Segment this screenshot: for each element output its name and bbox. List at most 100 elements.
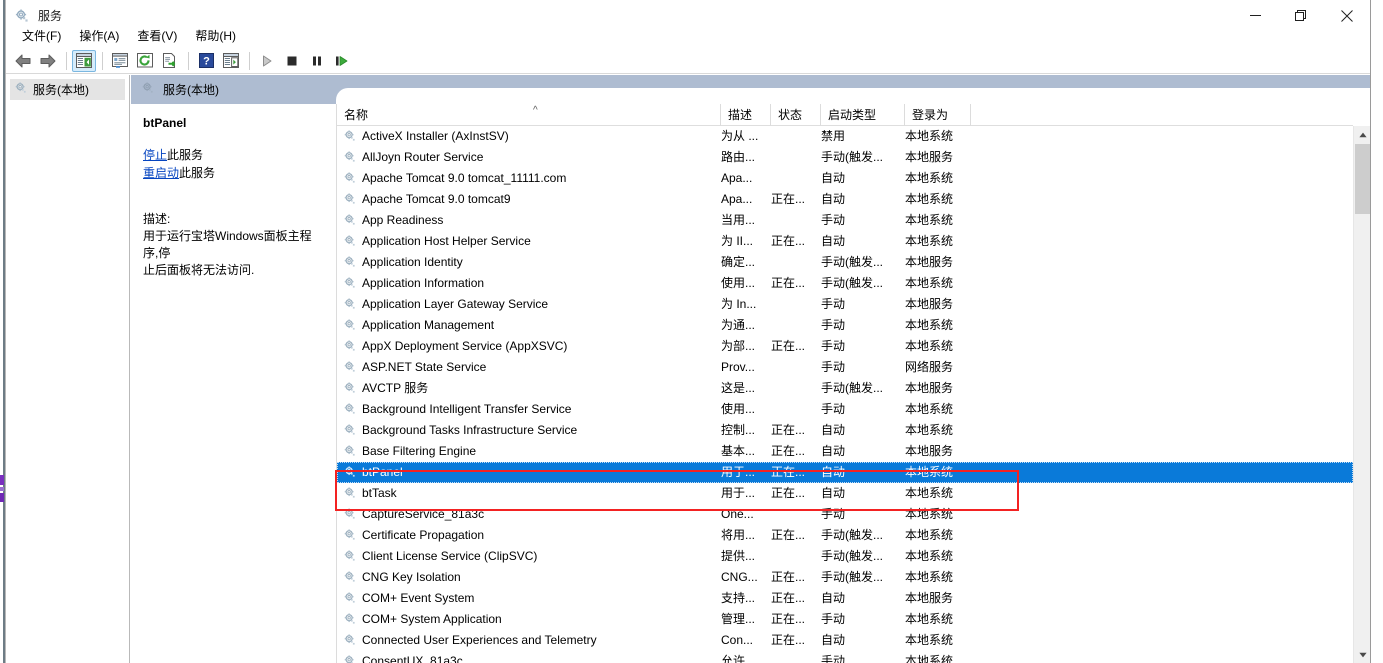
- cell-description: 为 In...: [721, 297, 757, 311]
- service-gear-icon: [343, 654, 358, 663]
- cell-startup-type: 手动(触发...: [821, 570, 883, 584]
- service-name-label: App Readiness: [362, 213, 444, 227]
- cell-logon-as: 本地系统: [905, 654, 954, 663]
- table-row[interactable]: Background Intelligent Transfer Service 使…: [337, 399, 1353, 420]
- column-header-logon-as[interactable]: 登录为: [905, 104, 971, 126]
- service-gear-icon: [343, 381, 358, 396]
- export-list-icon[interactable]: [158, 50, 182, 72]
- service-name-label: Client License Service (ClipSVC): [362, 549, 538, 563]
- restart-service-link[interactable]: 重启动: [143, 166, 179, 180]
- table-row[interactable]: AllJoyn Router Service 路由... 手动(触发... 本地服务: [337, 147, 1353, 168]
- table-row[interactable]: COM+ System Application 管理... 正在... 手动 本地系统: [337, 609, 1353, 630]
- toolbar-separator: [249, 51, 250, 70]
- services-list-rows[interactable]: ActiveX Installer (AxInstSV) 为从 ... 禁用 本地系统…: [337, 126, 1353, 663]
- table-row[interactable]: ASP.NET State Service Prov... 手动 网络服务: [337, 357, 1353, 378]
- service-name-label: btTask: [362, 486, 397, 500]
- scroll-up-arrow[interactable]: [1354, 126, 1371, 143]
- cell-status: 正在...: [771, 633, 806, 647]
- menu-help[interactable]: 帮助(H): [186, 26, 245, 47]
- cell-logon-as: 本地系统: [905, 570, 954, 584]
- window-title: 服务: [38, 8, 63, 23]
- tab-strip-fill: [359, 88, 1370, 104]
- cell-service-name: Background Tasks Infrastructure Service: [343, 420, 577, 441]
- column-header-startup-type[interactable]: 启动类型: [821, 104, 905, 126]
- table-row[interactable]: ConsentUX_81a3c 允许... 手动 本地系统: [337, 651, 1353, 663]
- cell-description: Prov...: [721, 360, 755, 374]
- table-row[interactable]: CaptureService_81a3c One... 手动 本地系统: [337, 504, 1353, 525]
- stop-service-suffix: 此服务: [167, 148, 204, 162]
- table-row[interactable]: Application Management 为通... 手动 本地系统: [337, 315, 1353, 336]
- cell-startup-type: 自动: [821, 591, 846, 605]
- stop-service-link[interactable]: 停止: [143, 148, 167, 162]
- pause-service-icon[interactable]: [305, 50, 329, 72]
- cell-status: 正在...: [771, 444, 806, 458]
- service-gear-icon: [343, 360, 358, 375]
- cell-service-name: AppX Deployment Service (AppXSVC): [343, 336, 567, 357]
- table-row[interactable]: btPanel 用于... 正在... 自动 本地系统: [337, 462, 1353, 483]
- table-row[interactable]: CNG Key Isolation CNG... 正在... 手动(触发... 本地系统: [337, 567, 1353, 588]
- scrollbar-thumb[interactable]: [1355, 144, 1370, 214]
- cell-service-name: Connected User Experiences and Telemetry: [343, 630, 597, 651]
- table-row[interactable]: Apache Tomcat 9.0 tomcat_11111.com Apa...…: [337, 168, 1353, 189]
- toolbar-separator: [102, 51, 103, 70]
- table-row[interactable]: Application Identity 确定... 手动(触发... 本地服务: [337, 252, 1353, 273]
- cell-service-name: Application Information: [343, 273, 484, 294]
- cell-service-name: CNG Key Isolation: [343, 567, 461, 588]
- menu-file[interactable]: 文件(F): [13, 26, 70, 47]
- cell-description: 支持...: [721, 591, 756, 605]
- scroll-down-arrow[interactable]: [1354, 646, 1371, 663]
- cell-description: 用于...: [721, 465, 756, 479]
- table-row[interactable]: Background Tasks Infrastructure Service 控…: [337, 420, 1353, 441]
- sort-ascending-caret: ^: [533, 105, 538, 116]
- table-row[interactable]: Certificate Propagation 将用... 正在... 手动(触发..…: [337, 525, 1353, 546]
- service-name-label: AVCTP 服务: [362, 381, 429, 395]
- back-arrow-icon[interactable]: [11, 50, 35, 72]
- service-name-label: CaptureService_81a3c: [362, 507, 485, 521]
- table-row[interactable]: Apache Tomcat 9.0 tomcat9 Apa... 正在... 自动 本地…: [337, 189, 1353, 210]
- cell-startup-type: 手动(触发...: [821, 528, 883, 542]
- cell-startup-type: 自动: [821, 234, 846, 248]
- show-hide-tree-icon[interactable]: [72, 49, 96, 72]
- table-row[interactable]: Connected User Experiences and Telemetry…: [337, 630, 1353, 651]
- restart-service-suffix: 此服务: [179, 166, 216, 180]
- stop-service-icon[interactable]: [280, 50, 304, 72]
- cell-description: 提供...: [721, 549, 756, 563]
- properties-icon[interactable]: [108, 50, 132, 72]
- menu-action[interactable]: 操作(A): [70, 26, 128, 47]
- cell-service-name: Application Management: [343, 315, 494, 336]
- column-header-description[interactable]: 描述: [721, 104, 771, 126]
- cell-logon-as: 本地系统: [905, 192, 954, 206]
- tab-services-local[interactable]: 服务(本地): [131, 75, 336, 104]
- service-name-label: COM+ System Application: [362, 612, 502, 626]
- cell-logon-as: 本地系统: [905, 528, 954, 542]
- table-row[interactable]: AppX Deployment Service (AppXSVC) 为部... 正在…: [337, 336, 1353, 357]
- service-name-label: Background Intelligent Transfer Service: [362, 402, 572, 416]
- show-action-pane-icon[interactable]: [219, 50, 243, 72]
- table-row[interactable]: btTask 用于... 正在... 自动 本地系统: [337, 483, 1353, 504]
- vertical-scrollbar[interactable]: [1353, 126, 1370, 663]
- cell-logon-as: 本地服务: [905, 381, 954, 395]
- cell-service-name: AVCTP 服务: [343, 378, 428, 399]
- help-icon[interactable]: ?: [194, 50, 218, 72]
- column-header-name[interactable]: 名称 ^: [337, 104, 721, 126]
- table-row[interactable]: App Readiness 当用... 手动 本地系统: [337, 210, 1353, 231]
- table-row[interactable]: Base Filtering Engine 基本... 正在... 自动 本地服务: [337, 441, 1353, 462]
- table-row[interactable]: Application Layer Gateway Service 为 In...…: [337, 294, 1353, 315]
- cell-startup-type: 禁用: [821, 129, 846, 143]
- cell-logon-as: 本地系统: [905, 339, 954, 353]
- table-row[interactable]: ActiveX Installer (AxInstSV) 为从 ... 禁用 本地系统: [337, 126, 1353, 147]
- table-row[interactable]: Client License Service (ClipSVC) 提供... 手动(…: [337, 546, 1353, 567]
- column-header-status[interactable]: 状态: [771, 104, 821, 126]
- start-service-icon[interactable]: [255, 50, 279, 72]
- tree-node-services-local[interactable]: 服务(本地): [10, 79, 125, 100]
- background-artifact: [0, 475, 4, 485]
- table-row[interactable]: COM+ Event System 支持... 正在... 自动 本地服务: [337, 588, 1353, 609]
- table-row[interactable]: Application Host Helper Service 为 II... 正在…: [337, 231, 1353, 252]
- refresh-icon[interactable]: [133, 50, 157, 72]
- table-row[interactable]: AVCTP 服务 这是... 手动(触发... 本地服务: [337, 378, 1353, 399]
- forward-arrow-icon[interactable]: [36, 50, 60, 72]
- restart-service-icon[interactable]: [330, 50, 354, 72]
- menu-view[interactable]: 查看(V): [128, 26, 186, 47]
- table-row[interactable]: Application Information 使用... 正在... 手动(触发..…: [337, 273, 1353, 294]
- service-gear-icon: [343, 129, 358, 144]
